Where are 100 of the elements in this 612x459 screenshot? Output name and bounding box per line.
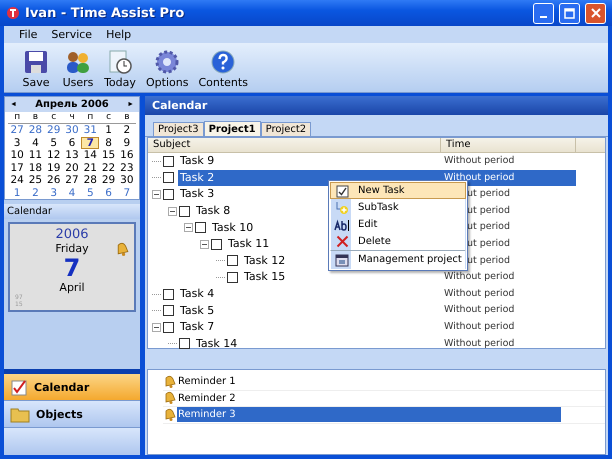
maximize-button[interactable] (559, 2, 580, 24)
checkbox[interactable] (179, 338, 190, 350)
context-menu-item[interactable]: Edit (330, 216, 466, 233)
task-name[interactable]: Task 3 (178, 186, 216, 202)
calendar-day[interactable]: 7 (81, 136, 100, 149)
calendar-day[interactable]: 16 (118, 149, 136, 162)
window-title: Ivan - Time Assist Pro (25, 6, 186, 20)
calendar-day[interactable]: 2 (118, 124, 136, 136)
calendar-day[interactable]: 14 (81, 149, 100, 162)
project-tab[interactable]: Project3 (153, 122, 204, 136)
calendar-day[interactable]: 20 (62, 162, 82, 174)
calendar-day[interactable]: 13 (62, 149, 82, 162)
calendar-day[interactable]: 27 (62, 174, 82, 186)
tree-expander-icon[interactable] (184, 223, 193, 232)
context-menu-item[interactable]: Management project (330, 250, 466, 269)
calendar-day[interactable]: 1 (99, 124, 118, 136)
calendar-day[interactable]: 26 (44, 174, 63, 186)
task-name[interactable]: Task 14 (194, 336, 240, 352)
task-name[interactable]: Task 5 (178, 302, 216, 319)
column-header[interactable]: Time (441, 138, 576, 152)
project-tab[interactable]: Project1 (204, 121, 261, 136)
menu-item[interactable]: Service (46, 28, 98, 41)
navigation-button[interactable]: Calendar (4, 374, 140, 401)
time-cell-text: ut period (466, 236, 512, 251)
calendar-day[interactable]: 2 (26, 186, 45, 199)
month-title: Апрель 2006 (35, 99, 109, 110)
task-name[interactable]: Task 4 (178, 286, 216, 302)
checkbox[interactable] (227, 272, 238, 283)
calendar-day[interactable]: 6 (62, 136, 82, 149)
calendar-day[interactable]: 3 (8, 136, 26, 149)
calendar-day[interactable]: 23 (118, 162, 136, 174)
toolbar-button[interactable]: Users (58, 49, 98, 89)
checkbox[interactable] (179, 206, 190, 217)
menu-item[interactable]: Help (101, 28, 136, 41)
calendar-day[interactable]: 30 (62, 124, 82, 136)
minimize-button[interactable] (533, 2, 554, 24)
calendar-day[interactable]: 27 (8, 124, 26, 136)
context-menu-item[interactable]: Delete (330, 233, 466, 250)
calendar-day[interactable]: 19 (44, 162, 63, 174)
toolbar-button[interactable]: Options (142, 49, 192, 89)
close-button[interactable] (585, 2, 606, 24)
checkbox[interactable] (163, 322, 174, 333)
checkbox[interactable] (163, 305, 174, 316)
task-name[interactable]: Task 7 (178, 319, 216, 336)
navigation-button[interactable]: Objects (4, 401, 140, 428)
calendar-day[interactable]: 3 (44, 186, 63, 199)
reminder-item[interactable]: Reminder 1 (177, 374, 236, 390)
calendar-day[interactable]: 7 (118, 186, 136, 199)
calendar-day[interactable]: 10 (8, 149, 26, 162)
checkbox[interactable] (211, 238, 222, 250)
task-name[interactable]: Task 10 (210, 220, 256, 236)
task-name[interactable]: Task 8 (194, 203, 232, 220)
calendar-day[interactable]: 28 (81, 174, 100, 186)
calendar-day[interactable]: 4 (62, 186, 82, 199)
task-name[interactable]: Task 9 (178, 153, 216, 170)
calendar-day[interactable]: 15 (99, 149, 118, 162)
context-menu-item[interactable]: SubTask (330, 199, 466, 216)
reminder-item[interactable]: Reminder 3 (177, 407, 561, 422)
tree-expander-icon[interactable] (152, 190, 161, 199)
tree-expander-icon[interactable] (152, 322, 161, 332)
calendar-day[interactable]: 12 (44, 149, 63, 162)
checkbox[interactable] (163, 172, 174, 184)
toolbar-button[interactable]: Save (16, 49, 56, 89)
calendar-day[interactable]: 6 (99, 186, 118, 199)
calendar-day[interactable]: 11 (26, 149, 45, 162)
calendar-day[interactable]: 22 (99, 162, 118, 174)
task-name[interactable]: Task 12 (242, 252, 288, 269)
calendar-day[interactable]: 5 (44, 136, 63, 149)
calendar-day[interactable]: 25 (26, 174, 45, 186)
checkbox[interactable] (163, 288, 174, 300)
calendar-day[interactable]: 31 (81, 124, 100, 136)
checkbox[interactable] (163, 188, 174, 200)
calendar-day[interactable]: 8 (99, 136, 118, 149)
checkbox[interactable] (163, 156, 174, 167)
calendar-day[interactable]: 28 (26, 124, 45, 136)
calendar-day[interactable]: 29 (44, 124, 63, 136)
checkbox[interactable] (227, 255, 238, 266)
tree-expander-icon[interactable] (168, 206, 177, 216)
task-name[interactable]: Task 11 (226, 236, 272, 252)
calendar-check-icon (10, 378, 28, 396)
toolbar-button[interactable]: Today (100, 49, 140, 89)
calendar-day[interactable]: 1 (8, 186, 26, 199)
calendar-day[interactable]: 9 (118, 136, 136, 149)
calendar-day[interactable]: 24 (8, 174, 26, 186)
reminder-item[interactable]: Reminder 2 (177, 390, 236, 406)
task-name[interactable]: Task 15 (242, 269, 288, 286)
context-menu-item[interactable]: New Task (330, 182, 466, 199)
calendar-day[interactable]: 29 (99, 174, 118, 186)
tree-expander-icon[interactable] (200, 240, 209, 249)
calendar-day[interactable]: 30 (118, 174, 136, 186)
calendar-day[interactable]: 21 (81, 162, 100, 174)
menu-item[interactable]: File (14, 28, 42, 41)
calendar-day[interactable]: 17 (8, 162, 26, 174)
calendar-day[interactable]: 18 (26, 162, 45, 174)
calendar-day[interactable]: 5 (81, 186, 100, 199)
checkbox[interactable] (195, 222, 206, 234)
calendar-day[interactable]: 4 (26, 136, 45, 149)
column-header[interactable]: Subject (148, 138, 441, 152)
toolbar-button[interactable]: Contents (194, 49, 252, 89)
project-tab[interactable]: Project2 (260, 122, 312, 136)
